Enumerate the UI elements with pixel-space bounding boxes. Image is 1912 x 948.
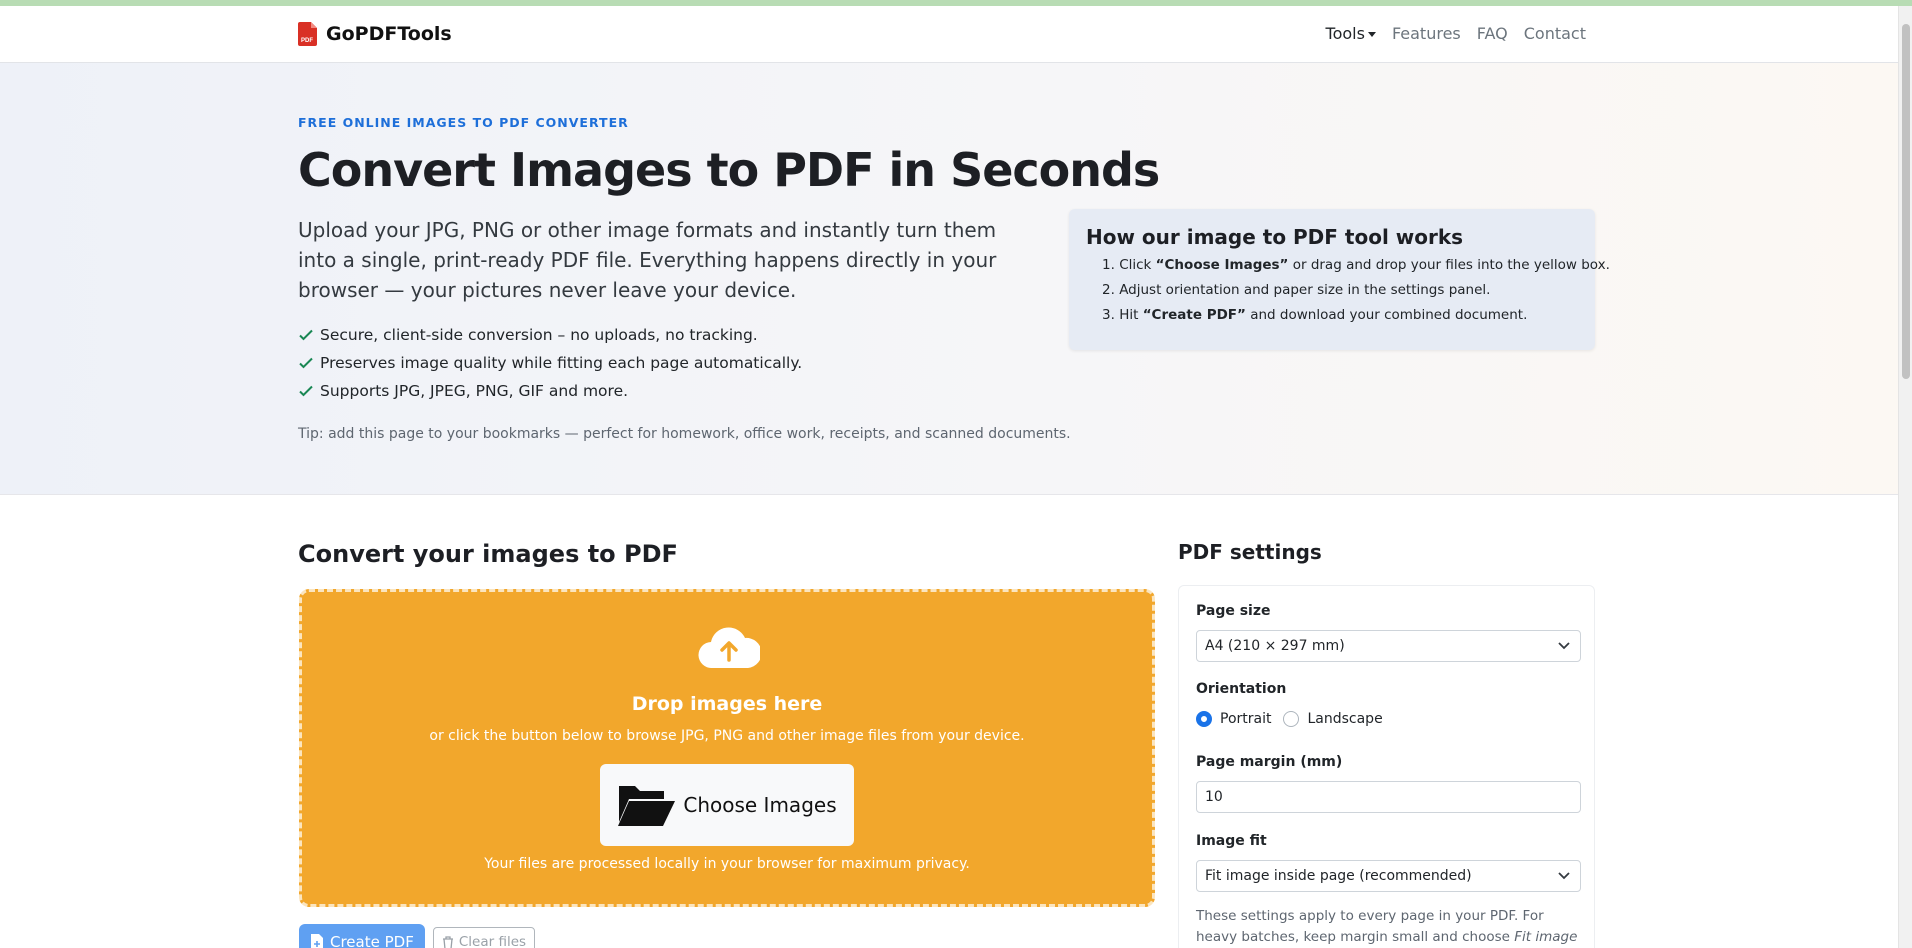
feature-text: Supports JPG, JPEG, PNG, GIF and more. bbox=[320, 382, 629, 400]
feature-item: Secure, client-side conversion – no uplo… bbox=[298, 321, 802, 349]
help-emphasis: Fit image bbox=[1514, 929, 1578, 945]
create-pdf-button[interactable]: Create PDF bbox=[299, 924, 425, 948]
step-bold: “Create PDF” bbox=[1142, 307, 1246, 323]
step-text: Adjust orientation and paper size in the… bbox=[1119, 282, 1491, 298]
brand-name: GoPDFTools bbox=[326, 23, 452, 45]
feature-list: Secure, client-side conversion – no uplo… bbox=[298, 321, 802, 405]
step-text: or drag and drop your files into the yel… bbox=[1288, 257, 1610, 273]
settings-help: These settings apply to every page in yo… bbox=[1196, 906, 1581, 948]
image-fit-value: Fit image inside page (recommended) bbox=[1205, 868, 1472, 884]
folder-open-icon bbox=[618, 786, 676, 826]
nav-contact[interactable]: Contact bbox=[1524, 24, 1586, 43]
margin-input[interactable]: 10 bbox=[1196, 781, 1581, 813]
nav-features[interactable]: Features bbox=[1392, 24, 1461, 43]
check-icon bbox=[299, 329, 313, 341]
step-number: 2. bbox=[1102, 282, 1115, 298]
image-dropzone[interactable]: Drop images here or click the button bel… bbox=[299, 589, 1155, 907]
svg-text:PDF: PDF bbox=[301, 38, 313, 44]
step-number: 3. bbox=[1102, 307, 1115, 323]
drop-subtitle: or click the button below to browse JPG,… bbox=[429, 728, 1025, 744]
scrollbar-thumb[interactable] bbox=[1902, 24, 1910, 379]
page-scrollbar[interactable] bbox=[1898, 6, 1912, 948]
page-title: Convert Images to PDF in Seconds bbox=[298, 143, 1160, 197]
create-pdf-label: Create PDF bbox=[330, 933, 414, 948]
clear-files-label: Clear files bbox=[458, 934, 527, 948]
choose-images-button[interactable]: Choose Images bbox=[600, 764, 854, 846]
nav-tools-label: Tools bbox=[1325, 24, 1365, 43]
drop-title: Drop images here bbox=[631, 693, 823, 715]
hero-section: FREE ONLINE IMAGES TO PDF CONVERTER Conv… bbox=[0, 63, 1898, 495]
check-icon bbox=[299, 357, 313, 369]
orientation-options: Portrait Landscape bbox=[1196, 711, 1383, 727]
file-add-icon bbox=[311, 934, 323, 948]
margin-label: Page margin (mm) bbox=[1196, 754, 1343, 770]
check-icon bbox=[299, 385, 313, 397]
portrait-label: Portrait bbox=[1220, 711, 1272, 727]
image-fit-select[interactable]: Fit image inside page (recommended) bbox=[1196, 860, 1581, 892]
caret-down-icon bbox=[1367, 32, 1376, 37]
converter-actions: Create PDF Clear files bbox=[299, 924, 536, 948]
settings-title: PDF settings bbox=[1178, 540, 1322, 564]
how-step: 1. Click “Choose Images” or drag and dro… bbox=[1086, 253, 1610, 278]
brand[interactable]: PDF GoPDFTools bbox=[298, 22, 452, 46]
feature-text: Secure, client-side conversion – no uplo… bbox=[320, 326, 758, 344]
how-it-works-card: How our image to PDF tool works 1. Click… bbox=[1069, 209, 1610, 350]
how-steps: 1. Click “Choose Images” or drag and dro… bbox=[1086, 253, 1610, 328]
feature-text: Preserves image quality while fitting ea… bbox=[320, 354, 803, 372]
hero-tip: Tip: add this page to your bookmarks — p… bbox=[298, 426, 1071, 442]
converter-title: Convert your images to PDF bbox=[298, 540, 678, 568]
feature-item: Preserves image quality while fitting ea… bbox=[298, 349, 802, 377]
portrait-radio[interactable] bbox=[1196, 711, 1212, 727]
step-number: 1. bbox=[1102, 257, 1115, 273]
page-size-label: Page size bbox=[1196, 603, 1271, 619]
step-bold: “Choose Images” bbox=[1155, 257, 1289, 273]
how-step: 2. Adjust orientation and paper size in … bbox=[1086, 278, 1578, 303]
landscape-radio[interactable] bbox=[1283, 711, 1300, 727]
nav-links: Tools Features FAQ Contact bbox=[1326, 24, 1586, 43]
settings-panel: Page size A4 (210 × 297 mm) Orientation … bbox=[1178, 585, 1595, 948]
hero-eyebrow: FREE ONLINE IMAGES TO PDF CONVERTER bbox=[298, 115, 629, 130]
pdf-file-icon: PDF bbox=[298, 22, 318, 46]
image-fit-label: Image fit bbox=[1196, 833, 1267, 849]
step-text: and download your combined document. bbox=[1245, 307, 1528, 323]
how-step: 3. Hit “Create PDF” and download your co… bbox=[1086, 303, 1578, 328]
page-size-value: A4 (210 × 297 mm) bbox=[1205, 638, 1345, 654]
step-text: Hit bbox=[1119, 307, 1143, 323]
landscape-label: Landscape bbox=[1307, 711, 1383, 727]
chevron-down-icon bbox=[1558, 642, 1570, 650]
privacy-note: Your files are processed locally in your… bbox=[484, 856, 970, 872]
nav-tools-dropdown[interactable]: Tools bbox=[1326, 24, 1376, 43]
clear-files-button[interactable]: Clear files bbox=[432, 927, 536, 948]
choose-images-label: Choose Images bbox=[683, 793, 837, 817]
page-size-select[interactable]: A4 (210 × 297 mm) bbox=[1196, 630, 1581, 662]
hero-lead: Upload your JPG, PNG or other image form… bbox=[298, 218, 997, 302]
orientation-label: Orientation bbox=[1196, 681, 1287, 697]
feature-item: Supports JPG, JPEG, PNG, GIF and more. bbox=[298, 377, 802, 405]
navbar: PDF GoPDFTools Tools Features FAQ Contac… bbox=[0, 6, 1898, 63]
step-text: Click bbox=[1119, 257, 1156, 273]
help-text: These settings apply to every page in yo… bbox=[1196, 908, 1544, 945]
how-title: How our image to PDF tool works bbox=[1086, 225, 1464, 249]
nav-faq[interactable]: FAQ bbox=[1477, 24, 1508, 43]
cloud-upload-icon bbox=[698, 627, 760, 668]
trash-icon bbox=[442, 935, 453, 948]
chevron-down-icon bbox=[1558, 872, 1570, 880]
